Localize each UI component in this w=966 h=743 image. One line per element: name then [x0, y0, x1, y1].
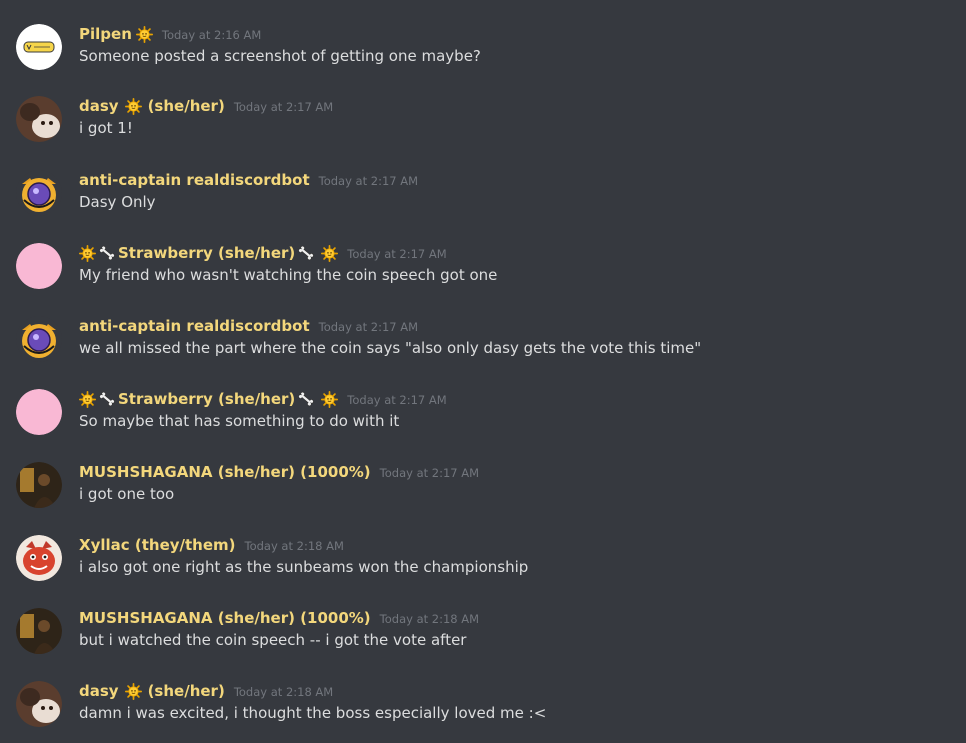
timestamp[interactable]: Today at 2:17 AM: [380, 466, 479, 480]
sun-emoji-icon: [136, 26, 153, 43]
timestamp[interactable]: Today at 2:18 AM: [380, 612, 479, 626]
author-label: dasy: [79, 682, 119, 700]
message-text: Dasy Only: [79, 193, 156, 211]
bone-emoji-icon: [297, 391, 315, 407]
author-label: Strawberry (she/her): [118, 244, 296, 262]
author-name[interactable]: Pilpen: [79, 25, 153, 43]
timestamp[interactable]: Today at 2:17 AM: [347, 393, 446, 407]
message: Xyllac (they/them) Today at 2:18 AM i al…: [0, 535, 966, 595]
pronouns: (she/her): [147, 97, 225, 115]
avatar[interactable]: [16, 243, 62, 289]
author-name[interactable]: Xyllac (they/them): [79, 536, 236, 554]
message-text: damn i was excited, i thought the boss e…: [79, 704, 547, 722]
chat-messages: Pilpen Today at 2:16 AM Someone posted a…: [0, 0, 966, 743]
message-text: So maybe that has something to do with i…: [79, 412, 400, 430]
message-header: Strawberry (she/her) Today at 2:17 AM: [79, 243, 447, 263]
message: dasy (she/her) Today at 2:17 AM i got 1!: [0, 96, 966, 156]
dark-photo-avatar: [16, 608, 62, 654]
cartoon-cat-avatar: [16, 316, 62, 362]
message-header: MUSHSHAGANA (she/her) (1000%) Today at 2…: [79, 608, 479, 628]
avatar[interactable]: [16, 24, 62, 70]
timestamp[interactable]: Today at 2:18 AM: [245, 539, 344, 553]
message-header: anti-captain realdiscordbot Today at 2:1…: [79, 316, 418, 336]
author-label: Strawberry (she/her): [118, 390, 296, 408]
message-header: Pilpen Today at 2:16 AM: [79, 24, 261, 44]
author-name[interactable]: dasy (she/her): [79, 97, 225, 115]
avatar[interactable]: [16, 96, 62, 142]
avatar[interactable]: [16, 535, 62, 581]
message-text: i got 1!: [79, 119, 133, 137]
message-text: i also got one right as the sunbeams won…: [79, 558, 529, 576]
yellow-sticker-avatar: [16, 24, 62, 70]
author-label: dasy: [79, 97, 119, 115]
message: Pilpen Today at 2:16 AM Someone posted a…: [0, 24, 966, 84]
author-name[interactable]: Strawberry (she/her): [79, 390, 338, 408]
message: Strawberry (she/her) Today at 2:17 AM So…: [0, 389, 966, 449]
sun-emoji-icon: [321, 391, 338, 408]
red-character-avatar: [16, 535, 62, 581]
message-text: but i watched the coin speech -- i got t…: [79, 631, 467, 649]
message-text: Someone posted a screenshot of getting o…: [79, 47, 481, 65]
sun-emoji-icon: [79, 391, 96, 408]
message-header: Xyllac (they/them) Today at 2:18 AM: [79, 535, 344, 555]
message: Strawberry (she/her) Today at 2:17 AM My…: [0, 243, 966, 303]
message: MUSHSHAGANA (she/her) (1000%) Today at 2…: [0, 608, 966, 668]
sun-emoji-icon: [79, 245, 96, 262]
cartoon-cat-avatar: [16, 170, 62, 216]
message: anti-captain realdiscordbot Today at 2:1…: [0, 170, 966, 230]
timestamp[interactable]: Today at 2:17 AM: [319, 174, 418, 188]
pink-circle-avatar: [16, 243, 62, 289]
message-text: i got one too: [79, 485, 175, 503]
author-name[interactable]: Strawberry (she/her): [79, 244, 338, 262]
timestamp[interactable]: Today at 2:17 AM: [347, 247, 446, 261]
author-name[interactable]: anti-captain realdiscordbot: [79, 317, 310, 335]
timestamp[interactable]: Today at 2:18 AM: [234, 685, 333, 699]
author-name[interactable]: anti-captain realdiscordbot: [79, 171, 310, 189]
author-label: Pilpen: [79, 25, 132, 43]
message-header: MUSHSHAGANA (she/her) (1000%) Today at 2…: [79, 462, 479, 482]
avatar[interactable]: [16, 316, 62, 362]
timestamp[interactable]: Today at 2:16 AM: [162, 28, 261, 42]
message: dasy (she/her) Today at 2:18 AM damn i w…: [0, 681, 966, 741]
author-name[interactable]: dasy (she/her): [79, 682, 225, 700]
sun-emoji-icon: [321, 245, 338, 262]
sun-emoji-icon: [125, 98, 142, 115]
message-header: dasy (she/her) Today at 2:18 AM: [79, 681, 333, 701]
avatar[interactable]: [16, 170, 62, 216]
message: anti-captain realdiscordbot Today at 2:1…: [0, 316, 966, 376]
message-text: My friend who wasn't watching the coin s…: [79, 266, 498, 284]
dark-photo-avatar: [16, 462, 62, 508]
bone-emoji-icon: [98, 245, 116, 261]
avatar[interactable]: [16, 462, 62, 508]
message-text: we all missed the part where the coin sa…: [79, 339, 702, 357]
message-header: anti-captain realdiscordbot Today at 2:1…: [79, 170, 418, 190]
message: MUSHSHAGANA (she/her) (1000%) Today at 2…: [0, 462, 966, 522]
pink-circle-avatar: [16, 389, 62, 435]
author-name[interactable]: MUSHSHAGANA (she/her) (1000%): [79, 609, 371, 627]
avatar[interactable]: [16, 389, 62, 435]
message-header: Strawberry (she/her) Today at 2:17 AM: [79, 389, 447, 409]
message-header: dasy (she/her) Today at 2:17 AM: [79, 96, 333, 116]
cat-photo-avatar: [16, 681, 62, 727]
pronouns: (she/her): [147, 682, 225, 700]
timestamp[interactable]: Today at 2:17 AM: [234, 100, 333, 114]
cat-photo-avatar: [16, 96, 62, 142]
author-name[interactable]: MUSHSHAGANA (she/her) (1000%): [79, 463, 371, 481]
bone-emoji-icon: [98, 391, 116, 407]
bone-emoji-icon: [297, 245, 315, 261]
timestamp[interactable]: Today at 2:17 AM: [319, 320, 418, 334]
avatar[interactable]: [16, 608, 62, 654]
sun-emoji-icon: [125, 683, 142, 700]
avatar[interactable]: [16, 681, 62, 727]
